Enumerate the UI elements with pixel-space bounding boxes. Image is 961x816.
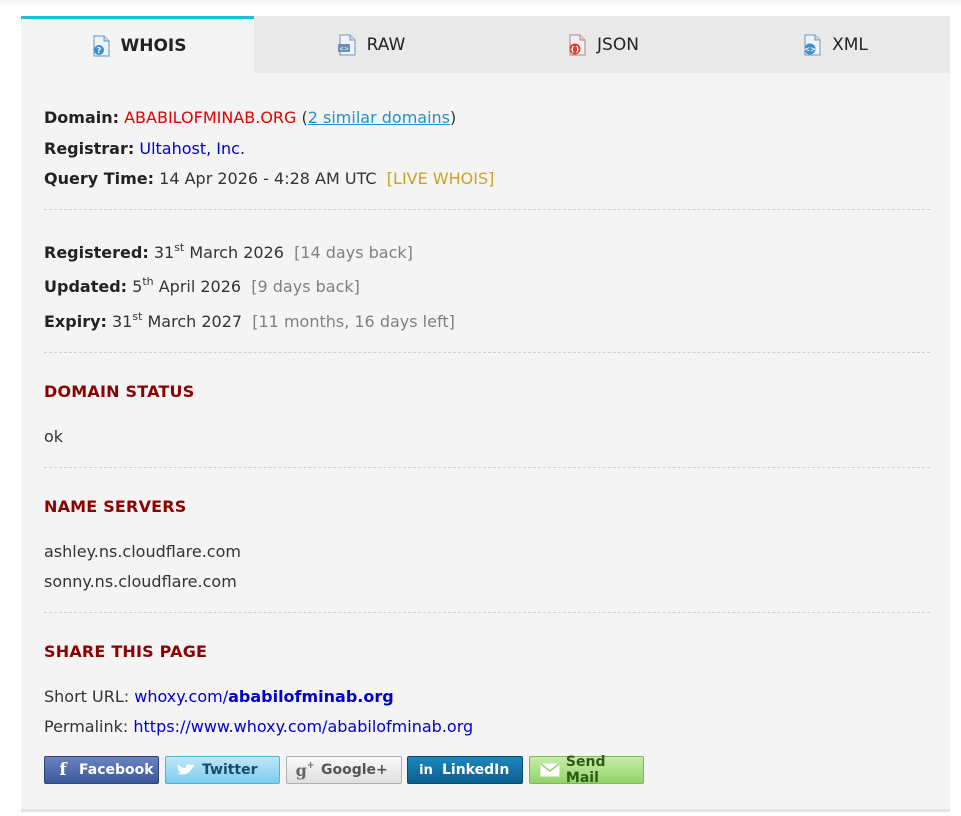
divider [44, 352, 930, 353]
short-url-row: Short URL: whoxy.com/ababilofminab.org [44, 687, 394, 707]
permalink-label: Permalink: [44, 717, 129, 736]
json-file-icon: {} [569, 34, 586, 55]
tab-raw[interactable]: <> RAW [254, 16, 486, 73]
svg-text:<>: <> [339, 45, 349, 52]
divider [44, 467, 930, 468]
expiry-day: 31 [112, 312, 133, 331]
expiry-suffix: st [132, 309, 143, 323]
google-plus-icon: g+ [295, 760, 315, 780]
svg-text:?: ? [96, 46, 101, 55]
name-server-item: sonny.ns.cloudflare.com [44, 572, 237, 591]
share-heading: SHARE THIS PAGE [44, 642, 208, 661]
whois-panel: Domain: ABABILOFMINAB.ORG (2 similar dom… [21, 73, 950, 812]
updated-row: Updated: 5th April 2026 [9 days back] [44, 274, 360, 297]
domain-status-value: ok [44, 427, 64, 446]
xml-file-icon: <> [804, 34, 821, 55]
query-time-value: 14 Apr 2026 - 4:28 AM UTC [159, 169, 377, 188]
domain-row: Domain: ABABILOFMINAB.ORG (2 similar dom… [44, 108, 456, 128]
name-server-item: ashley.ns.cloudflare.com [44, 542, 241, 561]
short-url-link[interactable]: whoxy.com/ababilofminab.org [134, 687, 393, 706]
expiry-label: Expiry: [44, 312, 107, 331]
registered-row: Registered: 31st March 2026 [14 days bac… [44, 240, 413, 263]
facebook-share-button[interactable]: f Facebook [44, 756, 159, 784]
expiry-relative: [11 months, 16 days left] [252, 312, 455, 331]
googleplus-label: Google+ [321, 762, 388, 778]
tab-whois[interactable]: ? WHOIS [21, 16, 254, 73]
query-time-label: Query Time: [44, 169, 155, 188]
domain-status-heading: DOMAIN STATUS [44, 382, 195, 401]
expiry-row: Expiry: 31st March 2027 [11 months, 16 d… [44, 309, 455, 332]
tab-xml[interactable]: <> XML [718, 16, 950, 73]
linkedin-label: LinkedIn [442, 762, 510, 778]
updated-month-year: April 2026 [158, 277, 242, 296]
tab-json-label: JSON [597, 34, 639, 55]
registrar-row: Registrar: Ultahost, Inc. [44, 139, 245, 159]
sendmail-share-button[interactable]: Send Mail [529, 754, 644, 786]
paren-open: ( [296, 108, 308, 127]
updated-relative: [9 days back] [251, 277, 360, 296]
facebook-label: Facebook [79, 762, 154, 778]
twitter-share-button[interactable]: Twitter [165, 756, 280, 784]
googleplus-share-button[interactable]: g+ Google+ [286, 756, 402, 784]
registered-suffix: st [174, 240, 185, 254]
domain-value: ABABILOFMINAB.ORG [124, 108, 297, 127]
raw-file-icon: <> [337, 34, 356, 55]
divider [44, 612, 930, 613]
linkedin-icon: in [419, 762, 433, 778]
short-url-label: Short URL: [44, 687, 130, 706]
registrar-link[interactable]: Ultahost, Inc. [139, 139, 245, 158]
similar-domains-link[interactable]: 2 similar domains [308, 108, 450, 127]
top-strip [0, 0, 961, 6]
format-tabs: ? WHOIS <> RAW {} JSON <> XML [21, 16, 950, 73]
updated-day: 5 [132, 277, 143, 296]
updated-suffix: th [142, 274, 154, 288]
registered-month-year: March 2026 [189, 243, 284, 262]
name-servers-heading: NAME SERVERS [44, 497, 187, 516]
envelope-icon [540, 763, 560, 777]
registered-label: Registered: [44, 243, 149, 262]
expiry-month-year: March 2027 [147, 312, 243, 331]
tab-whois-label: WHOIS [120, 36, 187, 56]
short-url-base: whoxy.com/ [134, 687, 229, 706]
short-url-path: ababilofminab.org [228, 687, 394, 706]
registered-day: 31 [153, 243, 175, 262]
twitter-label: Twitter [202, 762, 258, 778]
query-time-row: Query Time: 14 Apr 2026 - 4:28 AM UTC [L… [44, 169, 494, 189]
svg-text:<>: <> [804, 45, 816, 53]
registered-relative: [14 days back] [294, 243, 413, 262]
domain-label: Domain: [44, 108, 120, 127]
tab-xml-label: XML [832, 34, 868, 55]
tab-json[interactable]: {} JSON [486, 16, 718, 73]
tab-raw-label: RAW [366, 34, 406, 55]
paren-close: ) [450, 108, 457, 127]
facebook-icon: f [59, 760, 67, 780]
twitter-bird-icon [177, 764, 195, 775]
registrar-label: Registrar: [44, 139, 135, 158]
whois-file-icon: ? [93, 35, 109, 57]
svg-text:{}: {} [570, 45, 580, 53]
linkedin-share-button[interactable]: in LinkedIn [407, 756, 523, 784]
divider [44, 209, 930, 210]
sendmail-label: Send Mail [565, 754, 606, 786]
permalink-row: Permalink: https://www.whoxy.com/ababilo… [44, 717, 473, 737]
permalink-link[interactable]: https://www.whoxy.com/ababilofminab.org [133, 717, 473, 736]
updated-label: Updated: [44, 277, 128, 296]
live-whois-link[interactable]: [LIVE WHOIS] [387, 169, 495, 188]
